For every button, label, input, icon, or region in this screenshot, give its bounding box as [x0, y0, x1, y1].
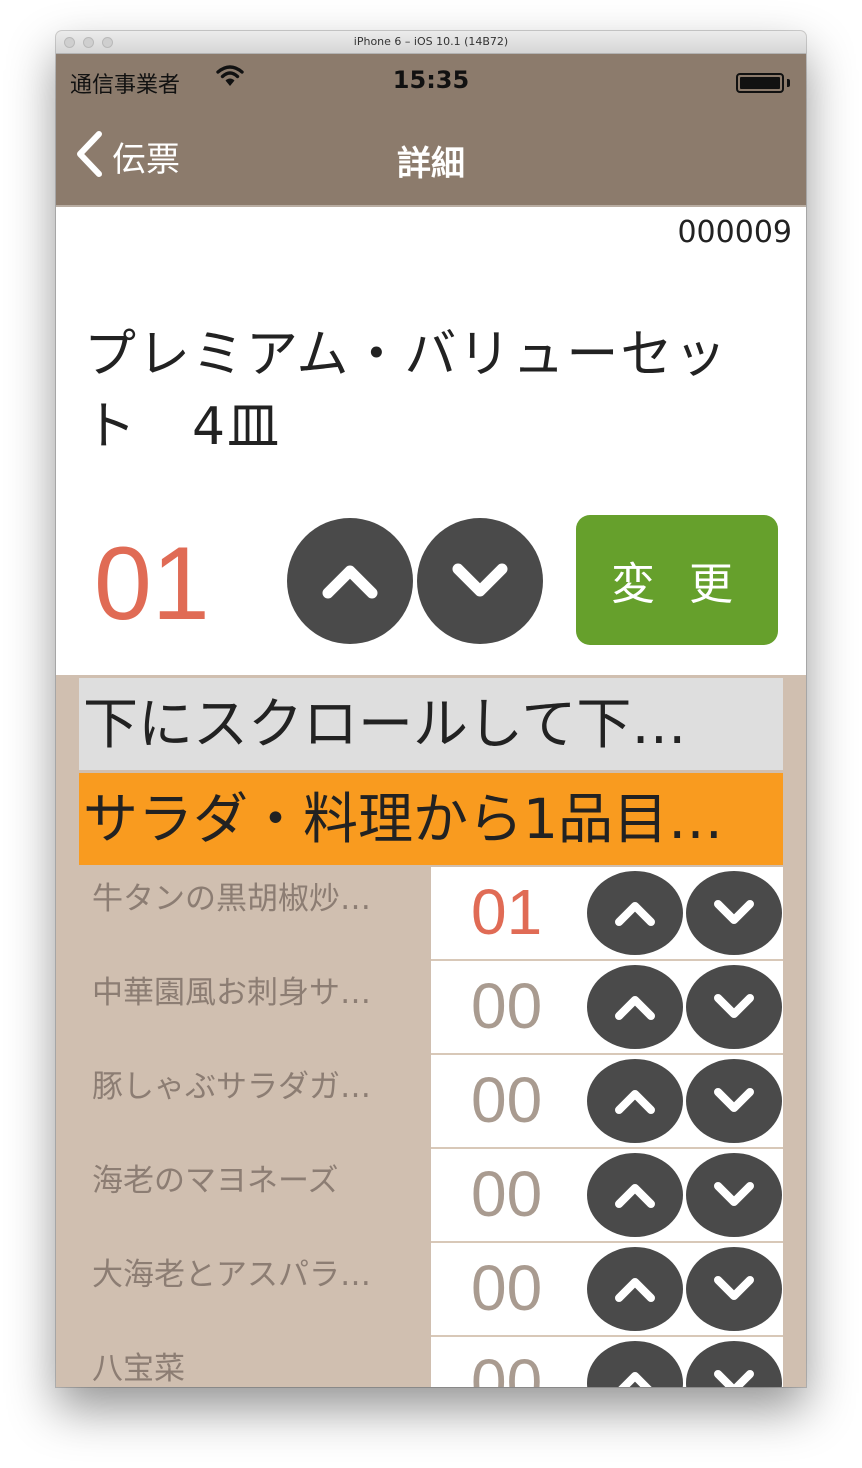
item-quantity: 00: [471, 1346, 543, 1387]
item-quantity-panel: 00: [431, 1055, 783, 1149]
item-quantity: 00: [471, 970, 543, 1042]
item-option-name: 豚しゃぶサラダガ…: [92, 1069, 371, 1105]
detail-card: 000009 プレミアム・バリューセット 4皿 01 変 更: [56, 207, 806, 675]
category-hint-banner: サラダ・料理から1品目…: [79, 773, 783, 865]
page-title: 詳細: [397, 144, 465, 184]
chevron-up-icon: [615, 902, 655, 926]
item-code: 000009: [677, 215, 792, 250]
item-quantity-panel: 00: [431, 1337, 783, 1387]
increment-button[interactable]: [287, 518, 413, 644]
battery-icon: [736, 73, 784, 93]
decrement-button[interactable]: [686, 1153, 782, 1237]
decrement-button[interactable]: [686, 1059, 782, 1143]
item-name: プレミアム・バリューセット 4皿: [84, 325, 729, 457]
increment-button[interactable]: [587, 1247, 683, 1331]
item-option-name: 大海老とアスパラ…: [92, 1257, 371, 1293]
list-item: 大海老とアスパラ… 00: [56, 1243, 806, 1337]
status-time: 15:35: [392, 66, 470, 94]
window-title: iPhone 6 – iOS 10.1 (14B72): [353, 35, 509, 48]
list-item: 牛タンの黒胡椒炒… 01: [56, 867, 806, 961]
item-quantity: 00: [471, 1158, 543, 1230]
chevron-up-icon: [618, 1372, 652, 1387]
quantity-display: 01: [94, 526, 210, 642]
chevron-down-icon: [714, 1182, 754, 1206]
increment-button[interactable]: [587, 1059, 683, 1143]
item-option-name: 牛タンの黒胡椒炒…: [92, 881, 371, 917]
item-quantity: 00: [471, 1252, 543, 1324]
list-item: 豚しゃぶサラダガ… 00: [56, 1055, 806, 1149]
navigation-bar: 伝票 詳細: [56, 106, 806, 207]
item-quantity-panel: 01: [431, 867, 783, 961]
list-item: 中華園風お刺身サ… 00: [56, 961, 806, 1055]
chevron-down-icon: [714, 1276, 754, 1300]
window-titlebar: iPhone 6 – iOS 10.1 (14B72): [56, 31, 806, 54]
chevron-up-icon: [322, 565, 378, 599]
item-option-name: 八宝菜: [92, 1351, 185, 1387]
item-quantity-panel: 00: [431, 1149, 783, 1243]
increment-button[interactable]: [587, 1153, 683, 1237]
item-quantity-panel: 00: [431, 1243, 783, 1337]
list-item: 海老のマヨネーズ 00: [56, 1149, 806, 1243]
decrement-button[interactable]: [417, 518, 543, 644]
list-item: 八宝菜 00: [56, 1337, 806, 1387]
decrement-button[interactable]: [686, 1341, 782, 1387]
chevron-down-icon: [714, 994, 754, 1018]
change-button[interactable]: 変 更: [576, 515, 778, 645]
chevron-down-icon: [714, 900, 754, 924]
item-quantity: 01: [471, 876, 543, 948]
simulator-window: iPhone 6 – iOS 10.1 (14B72) 通信事業者 15:35 …: [56, 31, 806, 1387]
decrement-button[interactable]: [686, 871, 782, 955]
item-option-name: 中華園風お刺身サ…: [92, 975, 371, 1011]
increment-button[interactable]: [587, 965, 683, 1049]
item-quantity-panel: 00: [431, 961, 783, 1055]
decrement-button[interactable]: [686, 1247, 782, 1331]
chevron-up-icon: [615, 1090, 655, 1114]
item-option-name: 海老のマヨネーズ: [92, 1163, 339, 1199]
increment-button[interactable]: [587, 1341, 683, 1387]
scroll-hint-banner: 下にスクロールして下…: [79, 678, 783, 770]
chevron-up-icon: [615, 996, 655, 1020]
item-quantity: 00: [471, 1064, 543, 1136]
chevron-down-icon: [714, 1370, 754, 1387]
chevron-down-icon: [452, 563, 508, 597]
chevron-up-icon: [615, 1278, 655, 1302]
increment-button[interactable]: [587, 871, 683, 955]
status-bar: 通信事業者 15:35: [56, 54, 806, 106]
decrement-button[interactable]: [686, 965, 782, 1049]
chevron-down-icon: [714, 1088, 754, 1112]
battery-tip: [787, 79, 790, 87]
chevron-up-icon: [615, 1184, 655, 1208]
